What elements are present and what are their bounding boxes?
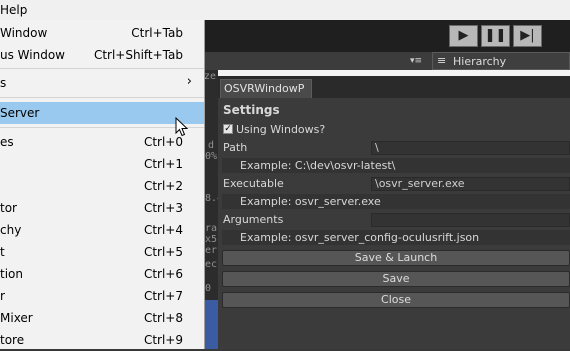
save-button[interactable]: Save: [222, 271, 570, 287]
menu-item-label: tore: [0, 333, 25, 347]
menu-item-shortcut: Ctrl+9: [143, 333, 183, 347]
menu-item-game[interactable]: Ctrl+2: [0, 175, 204, 197]
path-label: Path: [223, 141, 248, 154]
step-icon: ▶|: [520, 28, 535, 43]
menu-item-label: tion: [0, 267, 23, 281]
hierarchy-tab-label: Hierarchy: [453, 55, 507, 68]
menu-separator: [0, 127, 204, 128]
settings-heading: Settings: [223, 103, 280, 117]
background-text: ra: [205, 223, 218, 234]
background-text: x5: [205, 234, 218, 245]
hierarchy-icon: ≡: [437, 54, 447, 67]
mouse-cursor-icon: [175, 116, 189, 141]
window-menu-dropdown: Window Ctrl+Tab us Window Ctrl+Shift+Tab…: [0, 20, 205, 349]
menu-item-osvr-server[interactable]: Server: [0, 102, 204, 124]
background-text: er: [205, 245, 218, 256]
pause-icon: ❚❚: [484, 28, 507, 43]
menu-item-label: s: [0, 76, 7, 90]
menu-item-audio-mixer[interactable]: Mixer Ctrl+8: [0, 307, 204, 329]
osvr-tab-label: OSVRWindowP: [224, 82, 305, 95]
menu-item-hierarchy[interactable]: chy Ctrl+4: [0, 219, 204, 241]
menu-item-previous-window[interactable]: us Window Ctrl+Shift+Tab: [0, 44, 204, 66]
menu-item-asset-store[interactable]: tore Ctrl+9: [0, 329, 204, 351]
step-button[interactable]: ▶|: [513, 25, 542, 47]
background-text: ze: [204, 71, 217, 82]
menu-item-label: us Window: [0, 48, 65, 62]
menu-item-label: Window: [0, 26, 48, 40]
background-text: 0%: [205, 151, 218, 162]
menu-item-shortcut: Ctrl+2: [143, 179, 183, 193]
panel-menu-icon[interactable]: ▾≡: [410, 56, 422, 66]
save-and-launch-button[interactable]: Save & Launch: [222, 250, 570, 266]
background-text: ec: [205, 259, 218, 270]
close-button[interactable]: Close: [222, 292, 570, 308]
menu-item-shortcut: Ctrl+5: [143, 245, 183, 259]
executable-field[interactable]: \osvr_server.exe: [371, 177, 570, 191]
menu-item-animation[interactable]: tion Ctrl+6: [0, 263, 204, 285]
menu-item-scenes[interactable]: es Ctrl+0: [0, 131, 204, 153]
play-button[interactable]: ▶: [449, 25, 478, 47]
menu-separator: [0, 97, 204, 98]
menu-item-label: r: [0, 289, 5, 303]
using-windows-checkbox[interactable]: ✓: [223, 124, 233, 134]
arguments-field[interactable]: [371, 213, 570, 227]
using-windows-label: Using Windows?: [236, 123, 326, 136]
menu-item-label: t: [0, 245, 5, 259]
menu-separator: [0, 68, 204, 69]
menu-item-shortcut: Ctrl+8: [143, 311, 183, 325]
arguments-label: Arguments: [223, 213, 284, 226]
executable-label: Executable: [223, 177, 284, 190]
chevron-right-icon: ›: [186, 74, 192, 89]
menu-item-shortcut: Ctrl+3: [143, 201, 183, 215]
menu-item-label: Server: [0, 106, 40, 120]
menu-item-label: es: [0, 135, 14, 149]
background-text: d: [208, 140, 215, 151]
pause-button[interactable]: ❚❚: [481, 25, 510, 47]
path-field[interactable]: \: [371, 141, 570, 155]
menu-item-shortcut: Ctrl+Shift+Tab: [93, 48, 183, 62]
menu-item-shortcut: Ctrl+4: [143, 223, 183, 237]
menu-item-shortcut: Ctrl+1: [143, 157, 183, 171]
menu-item-layouts[interactable]: s ›: [0, 72, 204, 94]
menu-item-label: chy: [0, 223, 22, 237]
menu-item-inspector[interactable]: tor Ctrl+3: [0, 197, 204, 219]
menu-item-project[interactable]: t Ctrl+5: [0, 241, 204, 263]
path-example: Example: C:\dev\osvr-latest\: [240, 159, 396, 172]
menu-item-label: Mixer: [0, 311, 33, 325]
menu-item-shortcut: Ctrl+Tab: [131, 26, 183, 40]
menu-item-profiler[interactable]: r Ctrl+7: [0, 285, 204, 307]
tab-osvr-window[interactable]: OSVRWindowP: [220, 79, 312, 98]
menu-item-next-window[interactable]: Window Ctrl+Tab: [0, 22, 204, 44]
menu-help[interactable]: Help: [0, 3, 27, 17]
menu-item-scene[interactable]: Ctrl+1: [0, 153, 204, 175]
play-icon: ▶: [458, 28, 469, 43]
menu-item-shortcut: Ctrl+7: [143, 289, 183, 303]
menu-item-label: tor: [0, 201, 17, 215]
arguments-example: Example: osvr_server_config-oculusrift.j…: [240, 231, 480, 244]
tab-hierarchy[interactable]: ≡ Hierarchy: [432, 52, 570, 70]
executable-example: Example: osvr_server.exe: [240, 195, 381, 208]
menu-bar: Help: [0, 0, 570, 20]
menu-item-shortcut: Ctrl+6: [143, 267, 183, 281]
